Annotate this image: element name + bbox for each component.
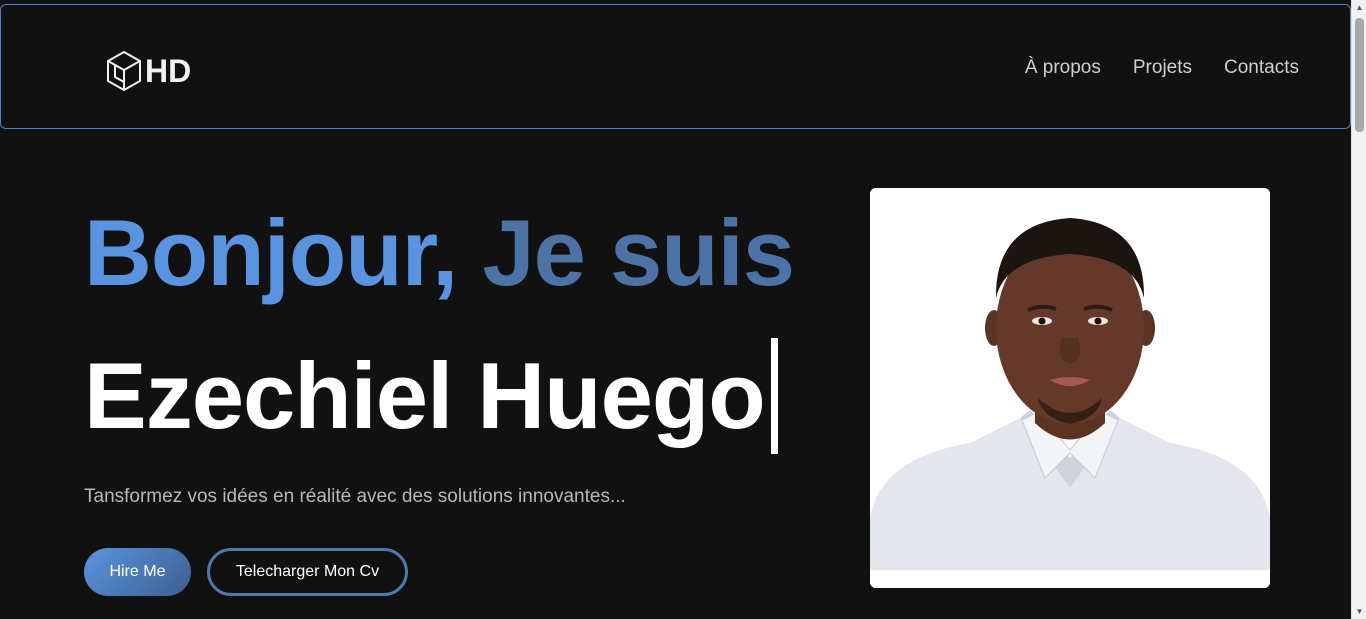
nav-link-contacts[interactable]: Contacts xyxy=(1224,57,1299,79)
greeting-word-je-suis: Je suis xyxy=(482,200,795,305)
scroll-thumb[interactable] xyxy=(1355,18,1364,132)
portrait-illustration xyxy=(870,188,1270,588)
scroll-down-arrow-icon[interactable]: ▼ xyxy=(1352,604,1366,619)
hero-tagline: Tansformez vos idées en réalité avec des… xyxy=(84,486,626,507)
hero-greeting: Bonjour, Je suis xyxy=(84,198,795,308)
logo-text: HD xyxy=(145,52,192,89)
page-scrollbar[interactable]: ▲ ▼ xyxy=(1351,0,1366,619)
logo[interactable]: HD xyxy=(105,49,191,93)
hero-name: Ezechiel Huego xyxy=(84,343,766,448)
site-header: HD À propos Projets Contacts xyxy=(0,4,1351,129)
download-cv-button[interactable]: Telecharger Mon Cv xyxy=(207,548,408,596)
main-nav: À propos Projets Contacts xyxy=(1025,57,1299,79)
cube-icon xyxy=(105,49,143,93)
profile-photo xyxy=(870,188,1270,588)
nav-link-about[interactable]: À propos xyxy=(1025,57,1101,79)
hero-name-line: Ezechiel Huego xyxy=(84,336,778,456)
nav-link-projects[interactable]: Projets xyxy=(1133,57,1192,79)
hire-me-button[interactable]: Hire Me xyxy=(84,548,191,596)
page: HD À propos Projets Contacts Bonjour, Je… xyxy=(0,0,1366,619)
typing-caret xyxy=(770,338,778,454)
scroll-up-arrow-icon[interactable]: ▲ xyxy=(1352,0,1366,15)
greeting-word-bonjour: Bonjour, xyxy=(84,200,458,305)
